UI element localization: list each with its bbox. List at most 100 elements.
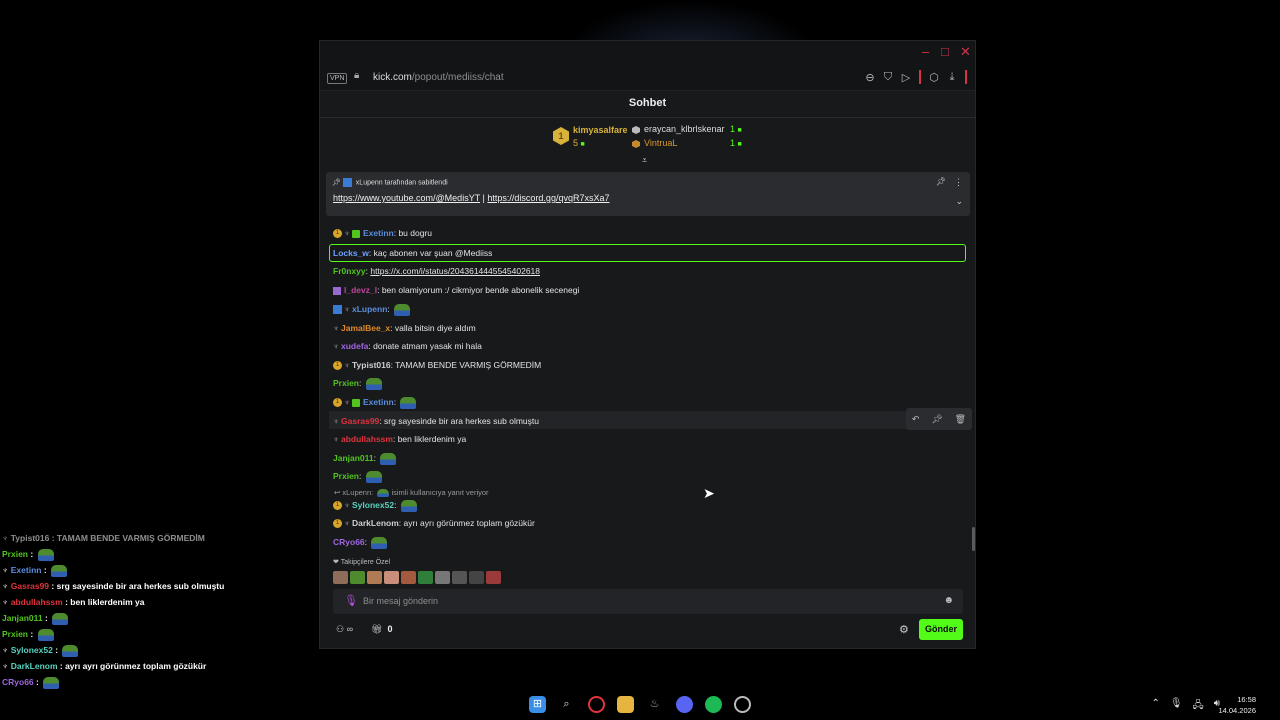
chat-message[interactable]: Fr0nxyy: https://x.com/i/status/20436144… [333, 263, 540, 279]
title-bar: – □ ✕ [320, 41, 975, 65]
overlay-line: ♆ Exetinn : [2, 562, 68, 578]
windows-start-icon[interactable]: ⊞ [529, 696, 546, 713]
rank-badge: 1 [553, 127, 569, 145]
input-placeholder: Bir mesaj gönderin [363, 596, 439, 606]
emoji-icon[interactable]: ☻ [943, 595, 954, 606]
chat-message[interactable]: Janjan011: [333, 450, 397, 466]
chat-message[interactable]: 1 ♆ Typist016: TAMAM BENDE VARMIŞ GÖRMEDİM [333, 357, 541, 373]
chat-message[interactable]: ♆ xudefa: donate atmam yasak mi hala [333, 338, 482, 354]
minimize-icon[interactable]: – [922, 45, 929, 59]
followers-icon[interactable]: ⚇ ∞ [336, 624, 353, 635]
url-host: kick.com [373, 72, 412, 83]
emote-section-title: ❤ Takipçilere Özel [333, 559, 391, 566]
emote[interactable] [469, 571, 484, 584]
extensions-icon[interactable]: ⬡ [929, 71, 939, 84]
chat-message[interactable]: Prxien: [333, 468, 382, 484]
emote[interactable] [418, 571, 433, 584]
url-field[interactable]: kick.com/popout/mediiss/chat [373, 72, 504, 83]
chat-message[interactable]: ♆ xLupenn: [333, 301, 411, 317]
search-icon[interactable]: ⌕ [558, 696, 575, 713]
discord-icon[interactable] [676, 696, 693, 713]
system-tray: ⌃ 🎙︎ 🖧︎ 🔊︎ [1151, 698, 1220, 715]
pinned-header: 📌︎ xLupenn tarafından sabitlendi [332, 178, 448, 187]
chat-message[interactable]: 1 ♆ DarkLenom: ayrı ayrı görünmez toplam g… [333, 515, 535, 531]
emote[interactable] [350, 571, 365, 584]
reply-context[interactable]: ↩ xLupenn: isimli kullanıcıya yanıt veri… [334, 488, 489, 498]
send-icon[interactable]: ▷ [901, 71, 911, 84]
badge-icon [342, 178, 352, 187]
file-explorer-icon[interactable] [617, 696, 634, 713]
chat-message[interactable]: ♆ JamalBee_x: valla bitsin diye aldım [333, 320, 476, 336]
overlay-line: Janjan011 : [2, 610, 69, 626]
message-link[interactable]: https://x.com/i/status/20436144455454026… [370, 266, 540, 276]
microphone-icon[interactable]: 🎙︎ [344, 594, 358, 607]
pepe-emote [377, 489, 390, 498]
emote[interactable] [486, 571, 501, 584]
download-icon[interactable]: ⤓ [947, 71, 957, 84]
emote[interactable] [435, 571, 450, 584]
emote[interactable] [333, 571, 348, 584]
chat-message[interactable]: ♆ Gasras99: srg sayesinde bir ara herkes … [333, 413, 539, 429]
emote[interactable] [367, 571, 382, 584]
pin-icon[interactable]: 📌︎ [931, 414, 942, 425]
delete-icon[interactable]: 🗑︎ [955, 414, 966, 425]
chat-message[interactable]: Locks_w: kaç abonen var şuan @Mediiss [333, 245, 492, 261]
browser-window: – □ ✕ VPN 🔒︎ kick.com/popout/mediiss/cha… [319, 40, 976, 649]
rank-badge [632, 140, 640, 148]
discord-link[interactable]: https://discord.gg/qvqR7xsXa7 [487, 193, 609, 203]
spotify-icon[interactable] [705, 696, 722, 713]
chat-message[interactable]: ♆ abdullahssm: ben liklerdenim ya [333, 431, 466, 447]
emote[interactable] [401, 571, 416, 584]
opera-browser-icon[interactable] [588, 696, 605, 713]
chat-message[interactable]: 1 ♆ Exetinn: bu dogru [333, 225, 432, 241]
shield-icon[interactable]: ⛉ [883, 71, 893, 84]
chat-message[interactable]: Prxien: [333, 375, 382, 391]
more-options-icon[interactable]: ⋮ [954, 177, 963, 188]
chat-message[interactable]: l_devz_l: ben olamiyorum :/ cikmiyor ben… [333, 282, 579, 298]
zoom-out-icon[interactable]: ⊖ [865, 71, 875, 84]
overlay-line: ♆ Gasras99 : srg sayesinde bir ara herke… [2, 581, 225, 591]
settings-gear-icon[interactable]: ⚙ [899, 623, 909, 636]
steam-icon[interactable]: ♨ [646, 696, 663, 713]
chat-message[interactable]: 1 ♆ Sylonex52: [333, 497, 417, 513]
pepe-emote [400, 499, 417, 512]
pepe-emote [365, 470, 382, 483]
chevron-up-icon[interactable]: ⌃ [1151, 698, 1159, 715]
pepe-emote [394, 303, 411, 316]
message-input[interactable]: 🎙︎ Bir mesaj gönderin ☻ [333, 589, 963, 614]
overlay-line: Prxien : [2, 626, 54, 642]
lock-icon[interactable]: 🔒︎ [354, 70, 359, 81]
youtube-link[interactable]: https://www.youtube.com/@MedisYT [333, 193, 480, 203]
vpn-badge[interactable]: VPN [327, 73, 348, 84]
leader-name: eraycan_klbrlskenar [644, 124, 725, 134]
microphone-icon[interactable]: 🎙︎ [1170, 698, 1183, 715]
expand-leaderboard-icon[interactable]: ⩡ [642, 155, 647, 166]
url-path: /popout/mediiss/chat [411, 72, 504, 83]
overlay-line: Prxien : [2, 546, 54, 562]
clock[interactable]: 16:58 14.04.2026 [1218, 694, 1256, 716]
pepe-emote [371, 536, 388, 549]
leader-count: 1 ■ [730, 124, 742, 134]
pepe-emote [380, 452, 397, 465]
clock-time: 16:58 [1237, 695, 1256, 704]
toolbar-separator [965, 70, 967, 84]
network-icon[interactable]: 🖧︎ [1193, 698, 1204, 715]
send-button[interactable]: Gönder [919, 619, 963, 640]
maximize-icon[interactable]: □ [941, 45, 949, 59]
reply-icon[interactable]: ↶ [912, 414, 920, 425]
chevron-down-icon[interactable]: ⌄ [955, 196, 963, 207]
emote[interactable] [452, 571, 467, 584]
unpin-icon[interactable]: 📌︎ [936, 177, 946, 186]
pinned-links: https://www.youtube.com/@MedisYT | https… [333, 193, 609, 203]
chat-message[interactable]: CRyo66: [333, 534, 388, 550]
gift-icon[interactable]: 🎁︎ 0 [371, 624, 392, 635]
message-actions: ↶ 📌︎ 🗑︎ [906, 408, 972, 430]
chat-title: Sohbet [628, 97, 667, 109]
close-icon[interactable]: ✕ [960, 45, 971, 59]
app-icon[interactable] [734, 696, 751, 713]
emote[interactable] [384, 571, 399, 584]
chat-message[interactable]: 1 ♆ Exetinn: [333, 394, 417, 410]
rank-badge [632, 126, 640, 134]
chat-scrollbar[interactable] [972, 527, 975, 551]
link-separator: | [482, 193, 485, 203]
